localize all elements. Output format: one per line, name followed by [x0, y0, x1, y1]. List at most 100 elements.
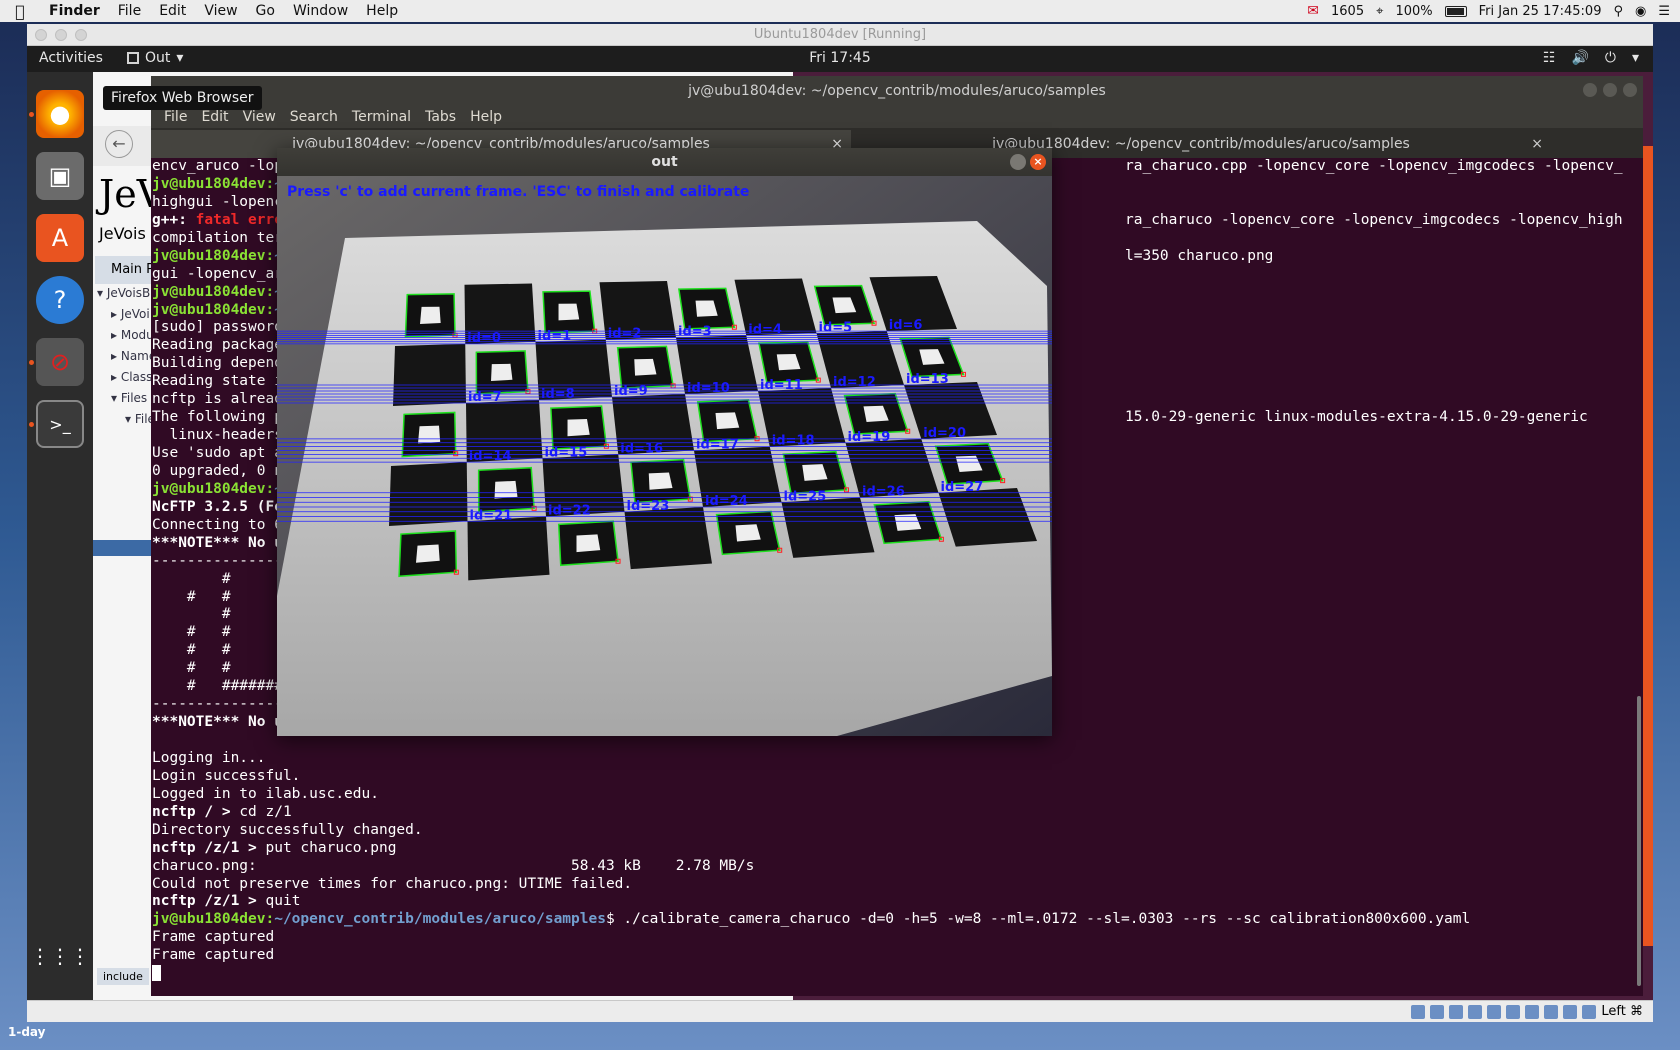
tree-item[interactable]: ▾ Files: [97, 391, 158, 412]
maximize-button[interactable]: [1603, 83, 1617, 97]
menu-help[interactable]: Help: [463, 109, 509, 125]
corner-id-label: id=27: [941, 480, 984, 495]
marker-pattern: [420, 306, 441, 324]
marker-pattern: [494, 480, 518, 499]
corner-id-label: id=14: [469, 449, 512, 464]
notification-center-icon[interactable]: ☰: [1658, 4, 1670, 19]
menu-finder[interactable]: Finder: [40, 3, 109, 19]
menu-file[interactable]: File: [109, 3, 150, 19]
cpu-icon[interactable]: [1563, 1004, 1578, 1019]
show-applications-icon[interactable]: ⋮⋮⋮: [30, 932, 90, 980]
terminal-line: 15.0-29-generic linux-modules-extra-4.15…: [1125, 409, 1588, 426]
close-icon[interactable]: ×: [1531, 130, 1543, 158]
activities-button[interactable]: Activities: [39, 50, 103, 66]
software-icon[interactable]: A: [36, 214, 84, 262]
terminal-line: Logging in...: [152, 749, 266, 766]
audio-icon[interactable]: [1449, 1004, 1464, 1019]
network-icon: ☷: [1542, 50, 1556, 66]
tree-item[interactable]: ▸ Class: [97, 370, 158, 391]
corner-id-label: id=16: [620, 441, 663, 456]
menubar-clock[interactable]: Fri Jan 25 17:45:09: [1479, 4, 1602, 19]
menu-go[interactable]: Go: [247, 3, 284, 19]
help-icon[interactable]: ?: [36, 276, 84, 324]
menu-tabs[interactable]: Tabs: [418, 109, 463, 125]
minimize-button[interactable]: [1583, 83, 1597, 97]
minimize-button[interactable]: [55, 29, 67, 41]
ubuntu-topbar: Activities Out ▾ Fri 17:45 ☷ 🔊 ⏻ ▾: [27, 46, 1653, 72]
display-icon[interactable]: [1525, 1004, 1540, 1019]
host-key-label: Left ⌘: [1601, 1004, 1643, 1019]
marker-pattern: [567, 419, 590, 437]
corner-id-label: id=18: [772, 434, 815, 449]
spotlight-search-icon[interactable]: ⚲: [1613, 4, 1623, 19]
menu-edit[interactable]: Edit: [194, 109, 235, 125]
corner-id-label: id=11: [760, 378, 803, 393]
network-icon[interactable]: [1468, 1004, 1483, 1019]
corner-id-label: id=24: [705, 494, 748, 509]
close-button[interactable]: ×: [1030, 154, 1046, 170]
back-arrow-icon[interactable]: ←: [105, 130, 133, 158]
mail-icon[interactable]: ✉: [1307, 3, 1319, 19]
opencv-out-window[interactable]: out × id=6 id=5 id=4 id=3 id=2 id=1 id=0 id=13 i…: [277, 148, 1052, 736]
corner-id-label: id=5: [819, 320, 853, 335]
window-app-icon: [127, 52, 139, 64]
tree-item[interactable]: ▸ JeVoi: [97, 307, 158, 328]
corner-id-label: id=26: [862, 485, 905, 500]
terminal-menubar: File Edit View Search Terminal Tabs Help: [151, 106, 1643, 128]
vbox-window-titlebar[interactable]: Ubuntu1804dev [Running]: [27, 24, 1653, 46]
apple-icon[interactable]: : [0, 2, 40, 21]
shared-folder-icon[interactable]: [1506, 1004, 1521, 1019]
firefox-icon[interactable]: ●: [36, 90, 84, 138]
menu-terminal[interactable]: Terminal: [345, 109, 418, 125]
close-button[interactable]: [1623, 83, 1637, 97]
corner-id-label: id=1: [538, 329, 572, 344]
menu-edit[interactable]: Edit: [150, 3, 195, 19]
tree-item[interactable]: ▸ Modul: [97, 328, 158, 349]
tree-item[interactable]: ▸ Name: [97, 349, 158, 370]
battery-icon[interactable]: [1444, 5, 1467, 17]
hdd-icon[interactable]: [1411, 1004, 1426, 1019]
out-title: out: [651, 154, 678, 170]
recording-icon[interactable]: [1544, 1004, 1559, 1019]
usb-icon[interactable]: [1487, 1004, 1502, 1019]
terminal-line: ncftp / > cd z/1: [152, 803, 292, 820]
ubuntu-clock[interactable]: Fri 17:45: [27, 50, 1653, 66]
terminal-icon[interactable]: >_: [36, 400, 84, 448]
out-titlebar[interactable]: out ×: [277, 148, 1052, 176]
wifi-icon[interactable]: ⌖: [1376, 4, 1383, 19]
blocked-app-icon[interactable]: ⊘: [36, 338, 84, 386]
volume-icon: 🔊: [1571, 50, 1589, 66]
running-indicator: [29, 112, 34, 117]
vm-screen[interactable]: Activities Out ▾ Fri 17:45 ☷ 🔊 ⏻ ▾ ← JeV…: [27, 46, 1653, 1000]
menu-file[interactable]: File: [157, 109, 194, 125]
close-button[interactable]: [35, 29, 47, 41]
include-tab[interactable]: include: [97, 968, 149, 985]
siri-icon[interactable]: ◉: [1635, 4, 1646, 19]
menu-view[interactable]: View: [195, 3, 246, 19]
minimize-button[interactable]: [1010, 154, 1026, 170]
corner-id-label: id=13: [906, 372, 949, 387]
optical-icon[interactable]: [1430, 1004, 1445, 1019]
corner-id-label: id=10: [687, 381, 730, 396]
tree-item[interactable]: ▾ JeVoisBa: [97, 286, 158, 307]
menu-help[interactable]: Help: [357, 3, 407, 19]
menu-window[interactable]: Window: [284, 3, 357, 19]
zoom-button[interactable]: [75, 29, 87, 41]
terminal-titlebar[interactable]: jv@ubu1804dev: ~/opencv_contrib/modules/…: [151, 76, 1643, 106]
files-icon[interactable]: ▣: [36, 152, 84, 200]
menu-view[interactable]: View: [236, 109, 283, 125]
menu-search[interactable]: Search: [283, 109, 345, 125]
terminal-scrollbar[interactable]: [1637, 696, 1641, 986]
battery-percent: 100%: [1395, 3, 1433, 19]
system-tray[interactable]: ☷ 🔊 ⏻ ▾: [1543, 50, 1639, 66]
camera-frame[interactable]: id=6 id=5 id=4 id=3 id=2 id=1 id=0 id=13 id=12 id…: [277, 176, 1052, 736]
marker-pattern: [491, 363, 513, 381]
mouse-integration-icon[interactable]: [1582, 1004, 1597, 1019]
app-menu[interactable]: Out ▾: [127, 50, 183, 66]
tree-item[interactable]: ▾ File: [97, 412, 158, 433]
terminal-line: jv@ubu1804dev:~/opencv_contrib/modules/a…: [152, 911, 1471, 928]
